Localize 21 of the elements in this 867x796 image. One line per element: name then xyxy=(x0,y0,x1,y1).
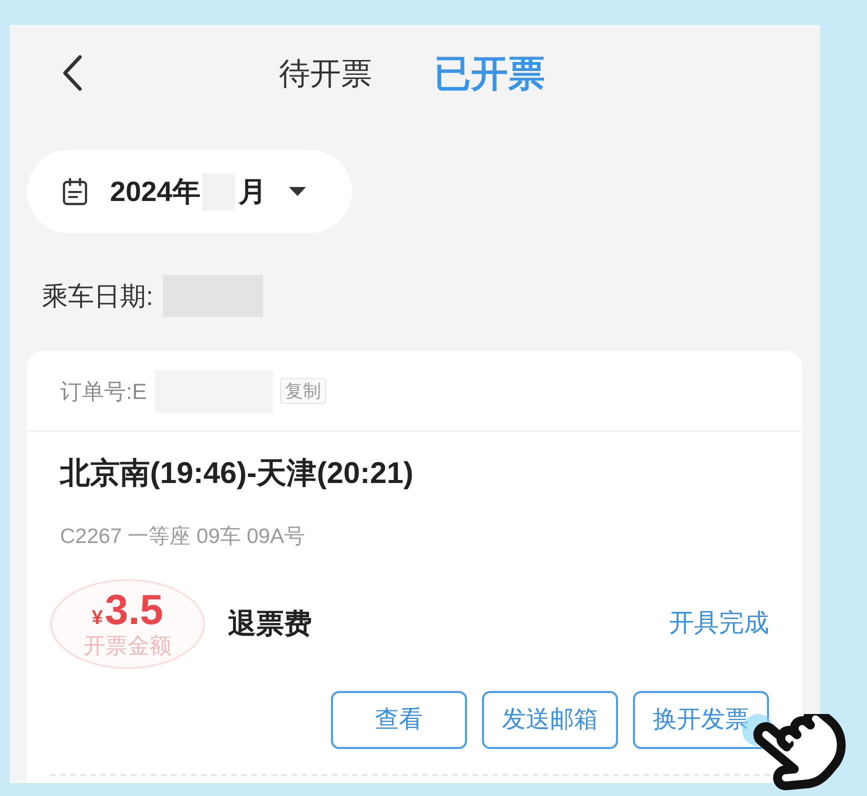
month-text: 月 xyxy=(238,174,266,208)
ride-date-label: 乘车日期: xyxy=(42,280,154,312)
tab[interactable]: 已开票 xyxy=(434,54,545,92)
action-button[interactable]: 查看 xyxy=(331,691,467,749)
route-title: 北京南(19:46)-天津(20:21) xyxy=(60,456,414,492)
calendar-icon xyxy=(62,178,88,206)
fee-type: 退票费 xyxy=(228,607,312,641)
back-icon[interactable] xyxy=(60,54,84,92)
year-text: 2024年 xyxy=(110,174,200,208)
copy-button[interactable]: 复制 xyxy=(280,378,326,404)
month-filter[interactable]: 2024年 月 xyxy=(27,150,352,233)
caret-icon xyxy=(289,187,306,196)
tab[interactable]: 待开票 xyxy=(279,58,372,88)
order-number-label: 订单号:E xyxy=(60,378,147,406)
currency-symbol: ¥ xyxy=(92,608,103,628)
amount-label: 开票金额 xyxy=(84,633,172,659)
train-info: C2267 一等座 09车 09A号 xyxy=(60,524,306,550)
amount-value: 3.5 xyxy=(104,589,164,631)
action-button[interactable]: 发送邮箱 xyxy=(482,691,618,749)
status-text: 开具完成 xyxy=(669,608,769,640)
action-button[interactable]: 换开发票 xyxy=(633,691,769,749)
